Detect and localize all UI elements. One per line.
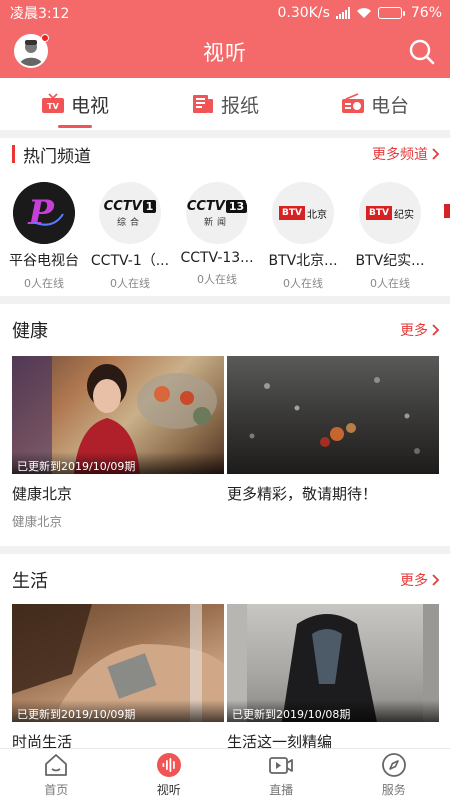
compass-icon [381, 752, 406, 777]
program-thumbnail: 已更新到2019/10/08期 [227, 604, 439, 722]
media-tabs: TV 电视 报纸 电台 [0, 78, 450, 130]
notification-dot [41, 34, 49, 42]
hot-channels-list: P 平谷电视台 0人在线 CCTV 1 综合 CCTV-1（... 0人在线 CC… [0, 182, 450, 292]
tab-newspaper-label: 报纸 [220, 94, 259, 117]
program-card[interactable]: 已更新到2019/10/09期 时尚生活 [12, 604, 224, 752]
channel-online-count: 0人在线 [24, 277, 64, 290]
hot-channels-header: 热门频道 更多频道 [0, 138, 450, 170]
update-stamp: 已更新到2019/10/09期 [12, 452, 224, 474]
life-more-link[interactable]: 更多 [400, 570, 440, 590]
radio-icon [341, 93, 364, 113]
page-title: 视听 [203, 41, 247, 65]
program-thumbnail [227, 356, 439, 474]
program-subtitle: 健康北京 [12, 514, 63, 529]
tv-icon: TV [41, 93, 64, 113]
tab-tv-label: 电视 [70, 94, 109, 117]
more-channels-link[interactable]: 更多频道 [372, 144, 440, 164]
channel-item-cctv13[interactable]: CCTV 13 新闻 CCTV-13... 0人在线 [173, 182, 261, 287]
channel-item-pinggu[interactable]: P 平谷电视台 0人在线 [0, 182, 88, 291]
wifi-icon [356, 8, 371, 18]
network-speed: 0.30K/s [277, 5, 330, 21]
pinggu-tv-logo: P [13, 182, 75, 244]
program-title: 更多精彩，敬请期待！ [227, 485, 378, 503]
tab-tv[interactable]: TV 电视 [0, 78, 150, 130]
tab-radio-label: 电台 [370, 94, 409, 117]
section-title: 生活 [12, 571, 48, 592]
channel-name: BTV北京... [268, 253, 338, 269]
nav-services[interactable]: 服务 [338, 749, 450, 800]
program-thumbnail: 已更新到2019/10/09期 [12, 604, 224, 722]
program-card[interactable]: 已更新到2019/10/09期 健康北京 健康北京 [12, 356, 224, 530]
channel-name: BTV纪实... [355, 253, 425, 269]
signal-icon [335, 7, 350, 19]
channel-name: CCTV-13... [180, 250, 254, 266]
home-icon [45, 753, 68, 776]
update-stamp: 已更新到2019/10/09期 [12, 700, 224, 722]
btv-documentary-logo: BTV 纪实 [359, 182, 421, 244]
nav-services-label: 服务 [381, 782, 406, 797]
program-card[interactable]: 更多精彩，敬请期待！ [227, 356, 439, 504]
nav-audio-visual-label: 视听 [156, 782, 181, 797]
program-thumbnail: 已更新到2019/10/09期 [12, 356, 224, 474]
app-header: 凌晨3:12 0.30K/s 76% 视听 [0, 0, 450, 78]
battery-percent: 76% [410, 5, 442, 21]
divider [0, 296, 450, 304]
channel-online-count: 0人在线 [197, 273, 237, 286]
search-icon[interactable] [408, 38, 436, 66]
channel-online-count: 0人在线 [283, 277, 323, 290]
channel-online-count: 0人在线 [370, 277, 410, 290]
channel-online-count: 0人在线 [110, 277, 150, 290]
program-card[interactable]: 已更新到2019/10/08期 生活这一刻精编 [227, 604, 439, 752]
svg-text:P: P [27, 193, 55, 233]
tab-newspaper[interactable]: 报纸 [150, 78, 300, 130]
status-indicators: 0.30K/s 76% [278, 5, 443, 21]
section-title: 健康 [12, 321, 48, 342]
chevron-right-icon [432, 574, 440, 586]
audio-wave-icon [156, 752, 181, 777]
divider [0, 130, 450, 138]
hot-channels-title: 热门频道 [12, 142, 91, 167]
status-bar: 凌晨3:12 0.30K/s 76% [0, 0, 450, 26]
life-section-header: 生活 更多 [0, 562, 450, 598]
nav-home-label: 首页 [44, 782, 69, 797]
svg-text:TV: TV [47, 102, 59, 111]
newspaper-icon [192, 95, 213, 113]
bottom-nav: 首页 视听 直播 服务 [0, 748, 450, 800]
nav-home[interactable]: 首页 [0, 749, 113, 800]
title-bar: 视听 [0, 26, 450, 78]
channel-name: 平谷电视台 [9, 253, 79, 269]
program-title: 健康北京 [12, 485, 73, 503]
channel-item-partial [444, 204, 450, 218]
channel-name: CCTV-1（... [90, 253, 170, 269]
nav-live-label: 直播 [269, 782, 294, 797]
update-stamp: 已更新到2019/10/08期 [227, 700, 439, 722]
divider [0, 546, 450, 554]
chevron-right-icon [432, 324, 440, 336]
tab-radio[interactable]: 电台 [300, 78, 450, 130]
status-time: 凌晨3:12 [10, 6, 70, 22]
channel-item-btv-beijing[interactable]: BTV 北京 BTV北京... 0人在线 [259, 182, 347, 291]
channel-item-cctv1[interactable]: CCTV 1 综合 CCTV-1（... 0人在线 [86, 182, 174, 291]
health-section-header: 健康 更多 [0, 312, 450, 348]
channel-item-btv-documentary[interactable]: BTV 纪实 BTV纪实... 0人在线 [346, 182, 434, 291]
cctv13-logo: CCTV 13 新闻 [186, 182, 248, 244]
nav-live[interactable]: 直播 [225, 749, 338, 800]
btv-beijing-logo: BTV 北京 [272, 182, 334, 244]
battery-icon [377, 7, 405, 19]
live-video-icon [269, 756, 294, 774]
health-more-link[interactable]: 更多 [400, 320, 440, 340]
chevron-right-icon [432, 148, 440, 160]
nav-audio-visual[interactable]: 视听 [113, 749, 226, 800]
cctv1-logo: CCTV 1 综合 [99, 182, 161, 244]
